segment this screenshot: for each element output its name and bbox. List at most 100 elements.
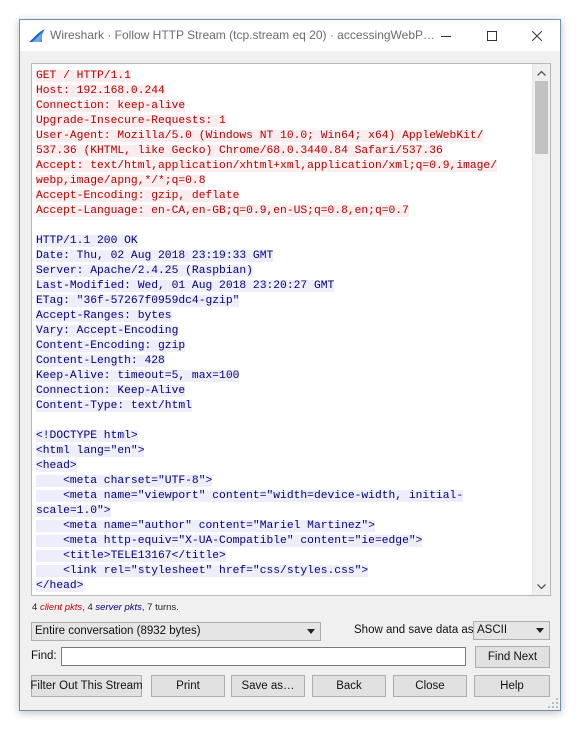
stream-line-client: 537.36 (KHTML, like Gecko) Chrome/68.0.3… bbox=[36, 144, 531, 159]
stream-line-text: Connection: Keep-Alive bbox=[36, 385, 186, 397]
stream-line-client: Host: 192.168.0.244 bbox=[36, 84, 531, 99]
turns-text: , 7 turns. bbox=[141, 602, 179, 613]
scrollbar-thumb[interactable] bbox=[535, 81, 548, 154]
client-count: 4 bbox=[32, 602, 38, 613]
conversation-select[interactable]: Entire conversation (8932 bytes) bbox=[31, 622, 321, 641]
stream-line-text: <meta http-equiv="X-UA-Compatible" conte… bbox=[36, 535, 423, 547]
stream-line-text: Accept: text/html,application/xhtml+xml,… bbox=[36, 160, 497, 172]
stream-line-text: Server: Apache/2.4.25 (Raspbian) bbox=[36, 265, 253, 277]
stream-line-text: scale=1.0"> bbox=[36, 505, 111, 517]
resize-grip-icon[interactable] bbox=[548, 698, 558, 708]
chevron-down-icon bbox=[536, 628, 544, 633]
stream-line-text: <meta name="author" content="Mariel Mart… bbox=[36, 520, 375, 532]
stream-line-server: Keep-Alive: timeout=5, max=100 bbox=[36, 369, 531, 384]
stream-line-text: Accept-Encoding: gzip, deflate bbox=[36, 190, 240, 202]
show-data-label: Show and save data as bbox=[354, 624, 474, 636]
stream-blank-line bbox=[36, 414, 531, 429]
stream-line-server: <html lang="en"> bbox=[36, 444, 531, 459]
stream-line-text: Date: Thu, 02 Aug 2018 23:19:33 GMT bbox=[36, 250, 274, 262]
scroll-down-button[interactable] bbox=[533, 578, 550, 595]
stream-line-text: webp,image/apng,*/*;q=0.8 bbox=[36, 175, 206, 187]
stream-line-server: <meta charset="UTF-8"> bbox=[36, 474, 531, 489]
stream-line-text: Connection: keep-alive bbox=[36, 100, 186, 112]
chevron-up-icon bbox=[537, 70, 546, 76]
stream-line-text: ETag: "36f-57267f0959dc4-gzip" bbox=[36, 295, 240, 307]
stream-text[interactable]: GET / HTTP/1.1 Host: 192.168.0.244 Connect… bbox=[36, 69, 531, 594]
stream-line-client: GET / HTTP/1.1 bbox=[36, 69, 531, 84]
chevron-down-icon bbox=[537, 583, 546, 589]
stream-line-server: <title>TELE13167</title> bbox=[36, 549, 531, 564]
data-format-select[interactable]: ASCII bbox=[473, 621, 550, 640]
back-button[interactable]: Back bbox=[312, 675, 386, 697]
find-next-button[interactable]: Find Next bbox=[475, 646, 550, 668]
scroll-up-button[interactable] bbox=[533, 64, 550, 81]
stream-line-text: HTTP/1.1 200 OK bbox=[36, 235, 138, 247]
stream-line-text: Accept-Ranges: bytes bbox=[36, 310, 172, 322]
server-count: 4 bbox=[87, 602, 93, 613]
stream-line-text: Last-Modified: Wed, 01 Aug 2018 23:20:27… bbox=[36, 280, 335, 292]
find-input[interactable] bbox=[61, 647, 466, 666]
maximize-button[interactable] bbox=[469, 20, 515, 51]
stream-line-client: Accept-Language: en-CA,en-GB;q=0.9,en-US… bbox=[36, 204, 531, 219]
stream-line-server: Content-Length: 428 bbox=[36, 354, 531, 369]
stream-line-server: Vary: Accept-Encoding bbox=[36, 324, 531, 339]
stream-line-text: Accept-Language: en-CA,en-GB;q=0.9,en-US… bbox=[36, 205, 409, 217]
stream-line-client: Accept-Encoding: gzip, deflate bbox=[36, 189, 531, 204]
data-format-value: ASCII bbox=[477, 624, 508, 636]
stream-line-server: scale=1.0"> bbox=[36, 504, 531, 519]
stream-line-server: Connection: Keep-Alive bbox=[36, 384, 531, 399]
window-title: Wireshark · Follow HTTP Stream (tcp.stre… bbox=[50, 28, 435, 42]
stream-line-text: 537.36 (KHTML, like Gecko) Chrome/68.0.3… bbox=[36, 145, 443, 157]
stream-line-text: Upgrade-Insecure-Requests: 1 bbox=[36, 115, 226, 127]
stream-line-server: <meta name="viewport" content="width=dev… bbox=[36, 489, 531, 504]
minimize-button[interactable] bbox=[423, 20, 469, 51]
stream-line-server: <meta http-equiv="X-UA-Compatible" conte… bbox=[36, 534, 531, 549]
close-icon bbox=[532, 30, 542, 41]
close-button[interactable]: Close bbox=[393, 675, 467, 697]
stream-blank-line bbox=[36, 219, 531, 234]
conversation-select-value: Entire conversation (8932 bytes) bbox=[35, 625, 201, 637]
stream-line-text: </head> bbox=[36, 580, 84, 592]
stream-line-server: Server: Apache/2.4.25 (Raspbian) bbox=[36, 264, 531, 279]
stream-line-text: <head> bbox=[36, 460, 77, 472]
maximize-icon bbox=[487, 30, 497, 41]
vertical-scrollbar[interactable] bbox=[532, 64, 550, 595]
stream-line-server: <meta name="author" content="Mariel Mart… bbox=[36, 519, 531, 534]
help-button[interactable]: Help bbox=[474, 675, 550, 697]
stream-line-server: Content-Type: text/html bbox=[36, 399, 531, 414]
print-button[interactable]: Print bbox=[151, 675, 225, 697]
stream-line-text: Content-Encoding: gzip bbox=[36, 340, 186, 352]
stream-line-text: Content-Length: 428 bbox=[36, 355, 165, 367]
filter-out-stream-button[interactable]: Filter Out This Stream bbox=[30, 675, 143, 697]
stream-line-server: <head> bbox=[36, 459, 531, 474]
title-bar[interactable]: Wireshark · Follow HTTP Stream (tcp.stre… bbox=[20, 20, 560, 51]
stream-line-text: Vary: Accept-Encoding bbox=[36, 325, 179, 337]
stream-line-server: Date: Thu, 02 Aug 2018 23:19:33 GMT bbox=[36, 249, 531, 264]
stream-line-text: <meta charset="UTF-8"> bbox=[36, 475, 213, 487]
stream-line-text: Content-Type: text/html bbox=[36, 400, 192, 412]
minimize-icon bbox=[441, 35, 451, 37]
follow-stream-window: Wireshark · Follow HTTP Stream (tcp.stre… bbox=[19, 19, 561, 711]
stream-line-client: Connection: keep-alive bbox=[36, 99, 531, 114]
stream-line-text: User-Agent: Mozilla/5.0 (Windows NT 10.0… bbox=[36, 130, 484, 142]
stream-line-text: <link rel="stylesheet" href="css/styles.… bbox=[36, 565, 369, 577]
stream-line-server: Accept-Ranges: bytes bbox=[36, 309, 531, 324]
client-pkts-label: client pkts bbox=[39, 602, 83, 613]
stream-line-server: <!DOCTYPE html> bbox=[36, 429, 531, 444]
wireshark-fin-icon bbox=[28, 28, 46, 43]
stream-line-client: Upgrade-Insecure-Requests: 1 bbox=[36, 114, 531, 129]
stream-line-server: Last-Modified: Wed, 01 Aug 2018 23:20:27… bbox=[36, 279, 531, 294]
stream-line-text: GET / HTTP/1.1 bbox=[36, 70, 131, 82]
stream-line-client: Accept: text/html,application/xhtml+xml,… bbox=[36, 159, 531, 174]
find-label: Find: bbox=[31, 650, 57, 662]
save-as-button[interactable]: Save as… bbox=[231, 675, 305, 697]
server-pkts-label: server pkts bbox=[95, 602, 142, 613]
stream-stats: 4 client pkts, 4 server pkts, 7 turns. bbox=[32, 602, 179, 613]
stream-line-text: Host: 192.168.0.244 bbox=[36, 85, 165, 97]
stream-line-server: Content-Encoding: gzip bbox=[36, 339, 531, 354]
stream-line-server: </head> bbox=[36, 579, 531, 594]
stream-line-text: <title>TELE13167</title> bbox=[36, 550, 226, 562]
close-window-button[interactable] bbox=[514, 20, 560, 51]
chevron-down-icon bbox=[307, 629, 315, 634]
stream-content-area[interactable]: GET / HTTP/1.1 Host: 192.168.0.244 Connect… bbox=[31, 63, 551, 596]
